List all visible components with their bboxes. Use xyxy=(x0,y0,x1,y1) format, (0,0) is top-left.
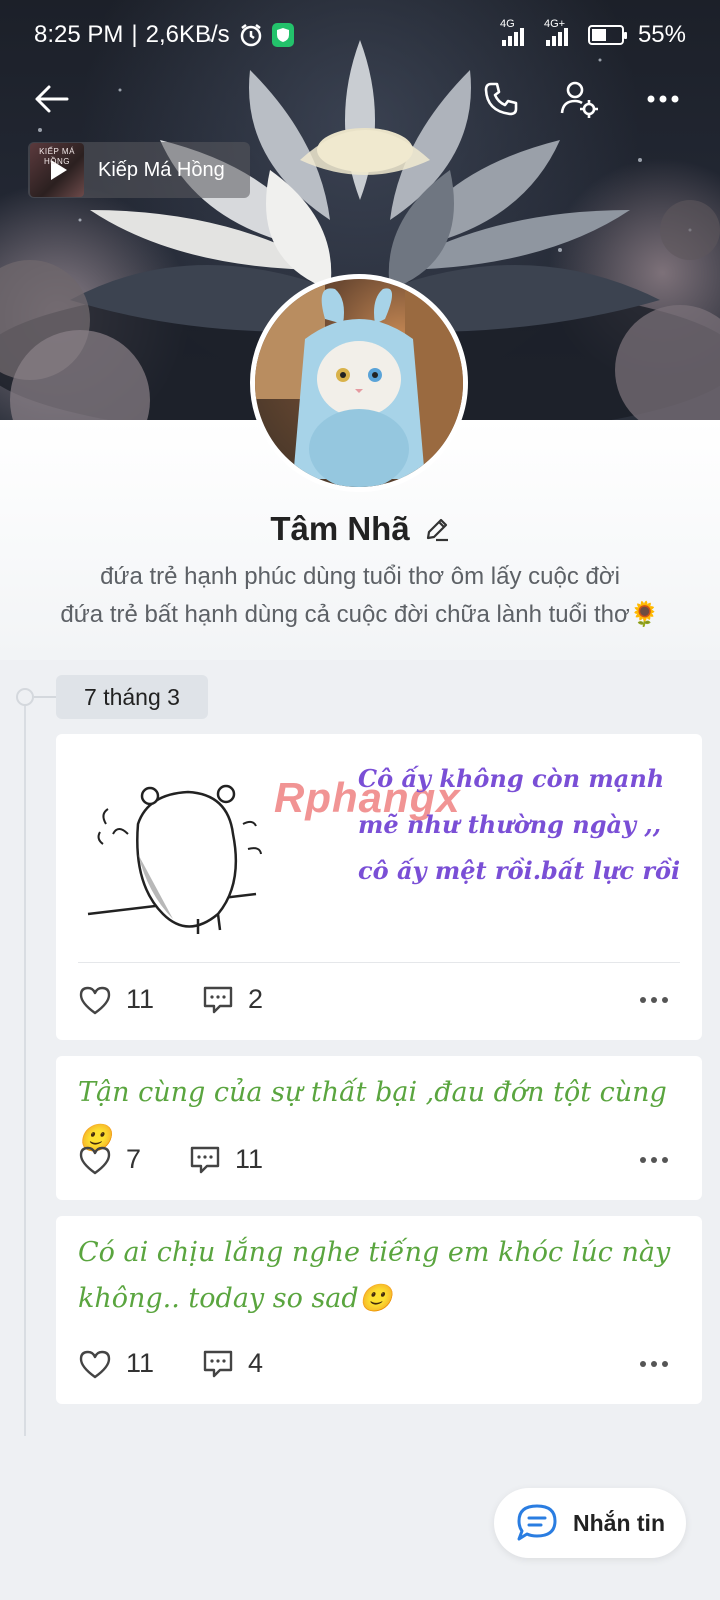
status-bar: 8:25 PM | 2,6KB/s 4G 4G+ 55% xyxy=(0,0,720,70)
send-message-label: Nhắn tin xyxy=(573,1509,665,1536)
network-2-label: 4G+ xyxy=(543,18,566,30)
comment-count: 2 xyxy=(248,984,264,1014)
status-separator: | xyxy=(131,21,138,48)
post-image[interactable]: Rphangx Cô ấy không còn mạnh mẽ như thườ… xyxy=(78,744,680,954)
user-settings-icon xyxy=(560,81,598,118)
phone-icon xyxy=(484,82,518,116)
music-thumbnail: KIẾP MÁ HỒNG xyxy=(30,143,84,197)
bio-line-2: đứa trẻ bất hạnh dùng cả cuộc đời chữa l… xyxy=(60,601,660,628)
send-message-button[interactable]: Nhắn tin xyxy=(494,1488,686,1558)
alarm-icon xyxy=(240,24,261,47)
timeline-connector xyxy=(34,696,56,698)
avatar[interactable] xyxy=(250,274,468,492)
back-button[interactable] xyxy=(24,72,78,126)
profile-music-chip[interactable]: KIẾP MÁ HỒNG Kiếp Má Hồng xyxy=(28,142,250,198)
comment-button[interactable]: 2 xyxy=(202,984,263,1015)
like-button[interactable]: 11 xyxy=(78,984,154,1015)
like-button[interactable]: 11 xyxy=(78,1348,154,1379)
post-more-button[interactable] xyxy=(640,1156,680,1163)
timeline-line xyxy=(24,696,26,1436)
post-image-caption: Cô ấy không còn mạnh mẽ như thường ngày … xyxy=(358,764,681,885)
more-options-button[interactable] xyxy=(636,72,690,126)
like-button[interactable]: 7 xyxy=(78,1144,141,1175)
back-arrow-icon xyxy=(35,85,69,113)
comment-button[interactable]: 4 xyxy=(202,1348,263,1379)
bio-line-1: đứa trẻ hạnh phúc dùng tuổi thơ ôm lấy c… xyxy=(100,563,620,590)
post-more-button[interactable] xyxy=(640,996,680,1003)
like-count: 7 xyxy=(126,1144,142,1174)
battery-icon xyxy=(587,25,627,45)
post-more-button[interactable] xyxy=(640,1360,680,1367)
signal-2-icon: 4G+ xyxy=(544,18,568,46)
chat-bubble-icon xyxy=(517,1504,557,1541)
post-card-2[interactable]: Tận cùng của sự thất bại ,đau đớn tột cù… xyxy=(56,1056,702,1200)
heart-icon xyxy=(79,1350,111,1378)
edit-pencil-icon[interactable] xyxy=(424,516,450,542)
heart-icon xyxy=(79,986,111,1014)
like-count: 11 xyxy=(126,984,155,1014)
more-horizontal-icon xyxy=(647,95,679,103)
battery-percent: 55% xyxy=(637,21,686,48)
comment-button[interactable]: 11 xyxy=(189,1144,263,1175)
post-divider xyxy=(78,962,680,963)
profile-name: Tâm Nhã xyxy=(270,510,410,547)
like-count: 11 xyxy=(126,1348,155,1378)
comment-icon xyxy=(203,1350,233,1377)
post-card-1[interactable]: Rphangx Cô ấy không còn mạnh mẽ như thườ… xyxy=(56,734,702,1040)
network-1-label: 4G xyxy=(499,18,515,30)
heart-icon xyxy=(79,1146,111,1174)
post-text: Có ai chịu lắng nghe tiếng em khóc lúc n… xyxy=(78,1237,671,1314)
signal-1-icon: 4G xyxy=(500,18,524,46)
shield-icon xyxy=(271,23,294,47)
comment-count: 4 xyxy=(248,1348,264,1378)
comment-count: 11 xyxy=(235,1144,264,1174)
call-button[interactable] xyxy=(474,72,528,126)
status-time: 8:25 PM xyxy=(34,21,124,48)
status-net-speed: 2,6KB/s xyxy=(145,21,230,48)
timeline-date-label: 7 tháng 3 xyxy=(56,675,208,719)
post-card-3[interactable]: Có ai chịu lắng nghe tiếng em khóc lúc n… xyxy=(56,1216,702,1404)
timeline-dot xyxy=(16,688,34,706)
profile-settings-button[interactable] xyxy=(552,72,606,126)
music-thumb-text: KIẾP MÁ HỒNG xyxy=(39,147,75,166)
music-title: Kiếp Má Hồng xyxy=(98,158,225,181)
comment-icon xyxy=(190,1146,220,1173)
comment-icon xyxy=(203,986,233,1013)
